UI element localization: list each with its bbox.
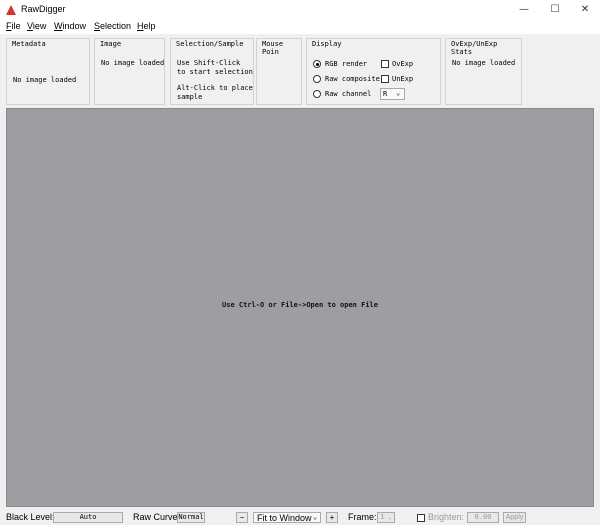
raw-channel-label: Raw channel [325,90,372,98]
frame-value: 1 [380,513,385,521]
raw-composite-label: Raw composite [325,75,380,83]
minimize-button[interactable]: — [507,0,541,20]
raw-curve-field[interactable]: Normal [177,512,205,523]
menu-selection[interactable]: Selection [94,21,131,31]
rawdigger-logo-icon [6,5,16,15]
overexposure-checkbox[interactable] [381,60,389,68]
open-file-hint: Use Ctrl-O or File->Open to open File [222,301,378,309]
menu-bar: File View Window Selection Help [0,20,600,34]
status-bar: Black Level: Auto Raw Curve: Normal − Fi… [0,509,600,525]
mouse-pointer-panel-title: Mouse Poin [261,40,301,56]
zoom-out-button[interactable]: − [236,512,248,523]
black-level-field[interactable]: Auto [53,512,123,523]
exposure-stats-status: No image loaded [452,59,516,67]
close-button[interactable]: ✕ [568,0,600,20]
image-status: No image loaded [101,59,165,67]
raw-channel-radio[interactable] [313,90,321,98]
frame-select[interactable]: 1 ⌄ [377,512,395,523]
brighten-field[interactable]: 0.00 [467,512,499,523]
chevron-down-icon: ⌄ [388,514,392,521]
menu-file[interactable]: File [6,21,21,31]
exposure-stats-panel: OvExp/UnExp Stats No image loaded [445,38,522,105]
menu-view[interactable]: View [27,21,46,31]
underexposure-checkbox[interactable] [381,75,389,83]
maximize-button[interactable]: ☐ [538,0,572,20]
display-panel-title: Display [311,40,343,48]
chevron-down-icon: ⌄ [313,513,318,521]
raw-channel-select[interactable]: R ⌄ [380,88,405,100]
selection-panel-title: Selection/Sample [175,40,245,48]
selection-hint-line1: Use Shift-Click [177,59,241,67]
chevron-down-icon: ⌄ [396,89,401,97]
zoom-in-button[interactable]: + [326,512,338,523]
image-panel: Image No image loaded [94,38,165,105]
metadata-status: No image loaded [13,76,77,84]
raw-channel-value: R [383,90,388,98]
overexposure-label: OvExp [392,60,414,68]
sample-hint-line1: Alt-Click to place [177,84,253,92]
metadata-panel: Metadata No image loaded [6,38,90,105]
image-panel-title: Image [99,40,123,48]
zoom-mode-select[interactable]: Fit to Window ⌄ [253,512,321,523]
zoom-mode-value: Fit to Window [257,513,312,523]
menu-window[interactable]: Window [54,21,86,31]
mouse-pointer-panel: Mouse Poin [256,38,302,105]
frame-label: Frame: [348,512,377,522]
title-bar: RawDigger — ☐ ✕ [0,0,600,20]
raw-curve-label: Raw Curve: [133,512,181,522]
info-panel-area: Metadata No image loaded Image No image … [0,34,600,106]
brighten-label: Brighten: [428,512,465,522]
brighten-checkbox[interactable] [417,514,425,522]
black-level-label: Black Level: [6,512,55,522]
rgb-render-label: RGB render [325,60,368,68]
exposure-stats-panel-title: OvExp/UnExp Stats [450,40,521,56]
selection-panel: Selection/Sample Use Shift-Click to star… [170,38,254,105]
menu-help[interactable]: Help [137,21,156,31]
window-title: RawDigger [21,4,66,14]
metadata-panel-title: Metadata [11,40,47,48]
sample-hint-line2: sample [177,93,203,101]
apply-button[interactable]: Apply [503,512,526,523]
selection-hint-line2: to start selection [177,68,253,76]
raw-composite-radio[interactable] [313,75,321,83]
rgb-render-radio[interactable] [313,60,321,68]
image-canvas[interactable]: Use Ctrl-O or File->Open to open File [6,108,594,507]
underexposure-label: UnExp [392,75,414,83]
display-panel: Display RGB render Raw composite Raw cha… [306,38,441,105]
